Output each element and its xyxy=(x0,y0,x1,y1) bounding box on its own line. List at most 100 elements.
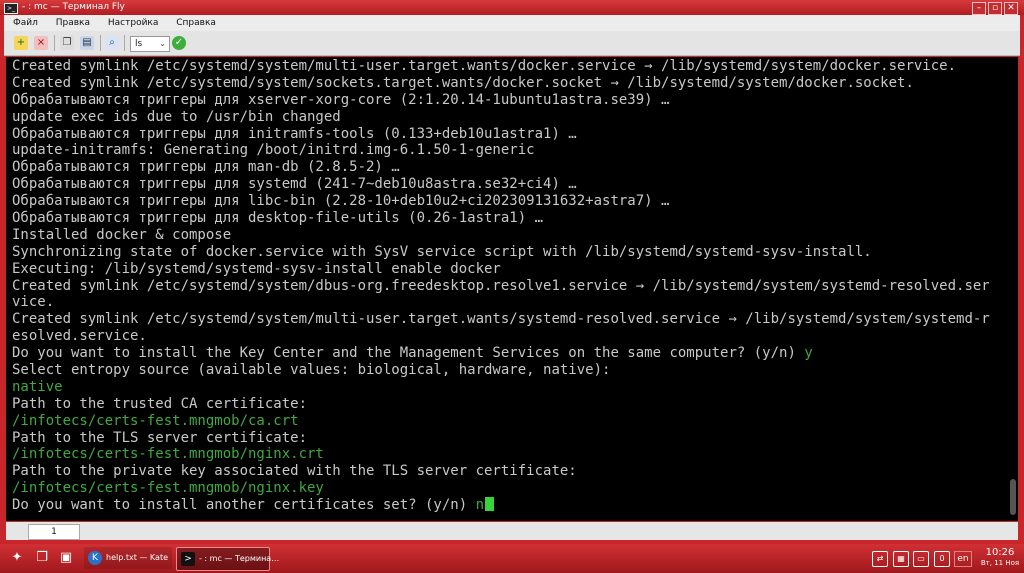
language-indicator[interactable]: en xyxy=(954,551,972,567)
terminal-lines: Created symlink /etc/systemd/system/mult… xyxy=(12,58,1002,514)
terminal-line-text: Обрабатываются триггеры для systemd (241… xyxy=(12,176,577,193)
task-label: - : mc — Термина… xyxy=(199,554,280,563)
terminal-window: >_ - : mc — Терминал Fly – ▫ ✕ Файл Прав… xyxy=(0,0,1024,544)
terminal-line: Synchronizing state of docker.service wi… xyxy=(12,244,1002,261)
terminal-line-text: Installed docker & compose xyxy=(12,226,232,243)
minimize-icon[interactable]: – xyxy=(972,2,986,15)
terminal-line-text: Обрабатываются триггеры для desktop-file… xyxy=(12,210,544,227)
menu-settings[interactable]: Настройка xyxy=(108,18,159,28)
terminal-line-text: update exec ids due to /usr/bin changed xyxy=(12,108,341,125)
kate-icon: K xyxy=(88,551,102,565)
terminal-line: Select entropy source (available values:… xyxy=(12,362,1002,379)
menu-help[interactable]: Справка xyxy=(176,18,216,28)
copy-icon[interactable]: ❐ xyxy=(60,36,74,50)
terminal-user-input: /infotecs/certs-fest.mngmob/ca.crt xyxy=(12,412,299,429)
windows-switcher-icon[interactable]: ❐ xyxy=(33,549,51,567)
terminal-line-text: Path to the TLS server certificate: xyxy=(12,429,308,446)
terminal-line: Обрабатываются триггеры для xserver-xorg… xyxy=(12,92,1002,109)
terminal-line-text: Path to the private key associated with … xyxy=(12,463,577,480)
session-tab[interactable]: 1 xyxy=(28,524,80,540)
terminal-line: Path to the trusted CA certificate: xyxy=(12,396,1002,413)
terminal-line: Обрабатываются триггеры для desktop-file… xyxy=(12,210,1002,227)
terminal-line: native xyxy=(12,379,1002,396)
terminal-line: Installed docker & compose xyxy=(12,227,1002,244)
terminal-user-input: native xyxy=(12,378,63,395)
terminal-line: /infotecs/certs-fest.mngmob/ca.crt xyxy=(12,413,1002,430)
notifications-icon[interactable]: 0 xyxy=(934,551,950,567)
terminal-line: /infotecs/certs-fest.mngmob/nginx.crt xyxy=(12,446,1002,463)
terminal-line-text: update-initramfs: Generating /boot/initr… xyxy=(12,142,535,159)
terminal-scrollbar[interactable] xyxy=(1008,57,1016,521)
task-label: help.txt — Kate xyxy=(106,553,168,562)
terminal-line: Created symlink /etc/systemd/system/sock… xyxy=(12,75,1002,92)
new-session-icon[interactable]: + xyxy=(14,36,28,50)
terminal-line-text: Select entropy source (available values:… xyxy=(12,362,611,379)
terminal-line-text: Обрабатываются триггеры для man-db (2.8.… xyxy=(12,159,400,176)
window-title: - : mc — Терминал Fly xyxy=(22,2,125,12)
menu-bar: Файл Правка Настройка Справка xyxy=(4,15,1020,31)
scrollbar-thumb[interactable] xyxy=(1010,479,1016,515)
encoding-value: ls xyxy=(135,39,143,49)
clock-time: 10:26 xyxy=(985,547,1015,558)
maximize-icon[interactable]: ▫ xyxy=(988,2,1002,15)
terminal-line: Path to the private key associated with … xyxy=(12,463,1002,480)
terminal-line: Обрабатываются триггеры для initramfs-to… xyxy=(12,126,1002,143)
terminal-line-text: esolved.service. xyxy=(12,328,147,345)
title-bar[interactable]: >_ - : mc — Терминал Fly – ▫ ✕ xyxy=(0,0,1024,15)
paste-icon[interactable]: ▤ xyxy=(80,36,94,50)
apply-icon[interactable]: ✓ xyxy=(172,36,186,50)
search-icon[interactable]: ⌕ xyxy=(105,36,119,50)
terminal-line: Executing: /lib/systemd/systemd-sysv-ins… xyxy=(12,261,1002,278)
terminal-line: Created symlink /etc/systemd/system/mult… xyxy=(12,58,1002,75)
terminal-line: Обрабатываются триггеры для libc-bin (2.… xyxy=(12,193,1002,210)
terminal-line-text: Executing: /lib/systemd/systemd-sysv-ins… xyxy=(12,260,501,277)
clock[interactable]: 10:26 Вт, 11 Ноя xyxy=(980,547,1020,568)
task-terminal[interactable]: > - : mc — Термина… xyxy=(176,547,279,571)
terminal-output[interactable]: Created symlink /etc/systemd/system/mult… xyxy=(6,57,1018,521)
terminal-user-input: y xyxy=(804,345,813,362)
session-tab-bar: 1 xyxy=(6,522,1018,540)
terminal-line-text: Synchronizing state of docker.service wi… xyxy=(12,243,872,260)
terminal-line-text: Path to the trusted CA certificate: xyxy=(12,395,308,412)
terminal-line: Created symlink /etc/systemd/system/mult… xyxy=(12,311,1002,328)
terminal-line: vice. xyxy=(12,294,1002,311)
start-menu-icon[interactable]: ✦ xyxy=(8,549,26,567)
chevron-down-icon: ⌄ xyxy=(159,39,166,48)
toolbar: + × ❐ ▤ ⌕ ls ⌄ ✓ xyxy=(4,31,1020,56)
terminal-user-input: n xyxy=(475,497,485,514)
terminal-line-text: Created symlink /etc/systemd/system/sock… xyxy=(12,74,914,91)
terminal-line: Обрабатываются триггеры для man-db (2.8.… xyxy=(12,159,1002,176)
toolbar-separator xyxy=(100,35,101,51)
clock-date: Вт, 11 Ноя xyxy=(980,559,1020,567)
encoding-select[interactable]: ls ⌄ xyxy=(130,36,170,52)
task-kate[interactable]: K help.txt — Kate xyxy=(84,547,172,569)
terminal-line-text: Do you want to install another certifica… xyxy=(12,497,476,514)
monitor-icon[interactable]: ▭ xyxy=(913,551,929,567)
terminal-line: update exec ids due to /usr/bin changed xyxy=(12,109,1002,126)
terminal-line: /infotecs/certs-fest.mngmob/nginx.key xyxy=(12,480,1002,497)
close-icon[interactable]: ✕ xyxy=(1004,2,1018,15)
terminal-line-text: Created symlink /etc/systemd/system/mult… xyxy=(12,311,990,328)
terminal-line-text: Created symlink /etc/systemd/system/dbus… xyxy=(12,277,990,294)
terminal-line: Обрабатываются триггеры для systemd (241… xyxy=(12,176,1002,193)
terminal-line: esolved.service. xyxy=(12,328,1002,345)
terminal-line-text: Обрабатываются триггеры для initramfs-to… xyxy=(12,125,577,142)
terminal-line: Created symlink /etc/systemd/system/dbus… xyxy=(12,278,1002,295)
menu-edit[interactable]: Правка xyxy=(56,18,90,28)
terminal-line-text: vice. xyxy=(12,294,55,311)
desktops-icon[interactable]: ▣ xyxy=(57,549,75,567)
taskbar: ✦ ❐ ▣ K help.txt — Kate > - : mc — Терми… xyxy=(0,544,1024,573)
terminal-line-text: Created symlink /etc/systemd/system/mult… xyxy=(12,58,957,74)
terminal-line: Do you want to install the Key Center an… xyxy=(12,345,1002,362)
menu-file[interactable]: Файл xyxy=(13,18,38,28)
terminal-line: Path to the TLS server certificate: xyxy=(12,430,1002,447)
toolbar-separator xyxy=(124,35,125,51)
terminal-line-text: Обрабатываются триггеры для libc-bin (2.… xyxy=(12,193,670,210)
terminal-line: update-initramfs: Generating /boot/initr… xyxy=(12,142,1002,159)
network-icon[interactable]: ⇄ xyxy=(872,551,888,567)
terminal-user-input: /infotecs/certs-fest.mngmob/nginx.key xyxy=(12,480,324,497)
terminal-icon: > xyxy=(181,552,195,566)
terminal-app-icon: >_ xyxy=(4,3,18,14)
devices-icon[interactable]: ▦ xyxy=(893,551,909,567)
close-session-icon[interactable]: × xyxy=(34,36,48,50)
